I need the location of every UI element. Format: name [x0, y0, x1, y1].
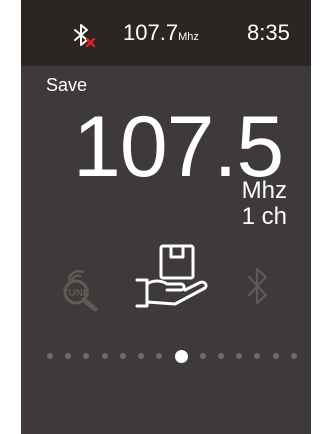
- page-dot: [101, 353, 108, 359]
- tune-search-icon[interactable]: TUNE: [55, 264, 107, 312]
- bluetooth-icon[interactable]: [247, 266, 269, 306]
- page-dot: [47, 353, 53, 359]
- status-clock: 8:35: [247, 20, 290, 45]
- radio-screen: 107.7Mhz 8:35 Save 107.5 Mhz 1 ch TUNE: [21, 0, 311, 434]
- page-dot: [65, 353, 72, 359]
- page-dot-active: [174, 349, 188, 363]
- page-dot: [217, 353, 224, 359]
- page-dot: [83, 353, 90, 359]
- status-frequency-value: 107.7: [123, 20, 179, 45]
- status-frequency-unit: Mhz: [178, 31, 199, 43]
- page-dot: [272, 353, 279, 359]
- svg-text:TUNE: TUNE: [62, 288, 90, 299]
- page-indicator: [47, 349, 297, 363]
- save-label: Save: [46, 75, 88, 95]
- bluetooth-disabled-icon: [74, 24, 96, 48]
- page-dot: [236, 353, 243, 359]
- page-dot: [156, 353, 163, 359]
- page-dot: [199, 353, 206, 359]
- channel-number: 1 ch: [241, 203, 287, 230]
- page-dot: [138, 353, 145, 359]
- status-bar: 107.7Mhz 8:35: [21, 0, 311, 66]
- save-hand-box-icon[interactable]: [133, 242, 211, 310]
- page-dot: [254, 353, 261, 359]
- page-dot: [290, 353, 297, 359]
- page-dot: [119, 353, 126, 359]
- frequency-unit: Mhz: [241, 177, 287, 204]
- status-frequency: 107.7Mhz: [123, 20, 199, 50]
